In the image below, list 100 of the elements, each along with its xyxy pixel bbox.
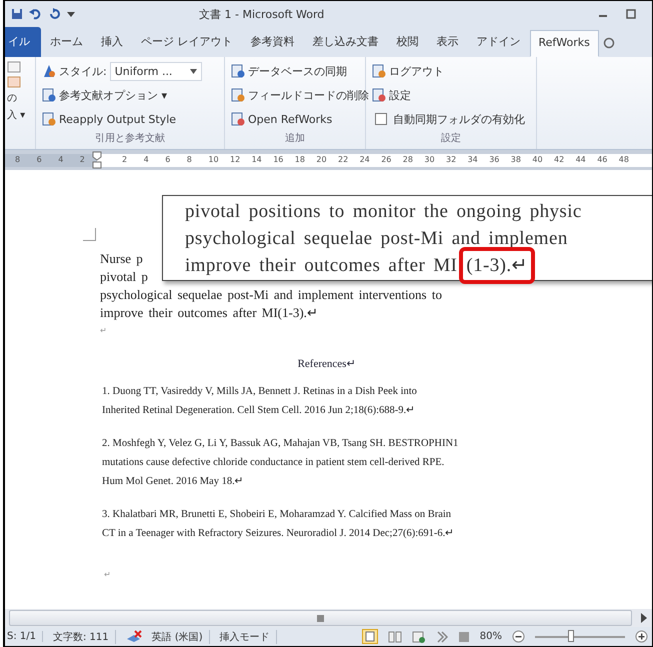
group-label: 追加	[284, 132, 306, 146]
group-label: 引用と参考文献	[94, 132, 166, 146]
ruler-number: 2	[122, 154, 128, 164]
ruler-number: 30	[424, 154, 435, 164]
dropdown-icon[interactable]	[67, 10, 75, 18]
ruler-number: 42	[554, 154, 564, 164]
ruler-number: 32	[446, 154, 456, 164]
document-icon	[372, 64, 386, 78]
ribbon-tab[interactable]: 挿入	[92, 28, 132, 57]
reference-line: Hum Mol Genet. 2016 May 18.↵	[102, 475, 245, 489]
language[interactable]: 英語 (米国)	[152, 630, 210, 644]
print-layout-icon[interactable]	[362, 629, 378, 644]
ribbon-tab[interactable]: イル	[5, 27, 41, 57]
outline-icon[interactable]	[436, 630, 448, 642]
input-mode[interactable]: 挿入モード	[220, 630, 277, 644]
reference-line: 2. Moshfegh Y, Velez G, Li Y, Bassuk AG, Mahajan VB, Tsang SH. BESTROPHIN1	[102, 437, 460, 451]
ribbon-label[interactable]: 入 ▾	[7, 108, 33, 122]
draft-icon[interactable]	[458, 630, 470, 642]
ruler-number: 18	[294, 154, 305, 164]
scrollbar-thumb[interactable]	[9, 610, 632, 626]
ribbon-button[interactable]: 参考文献オプション ▾	[42, 88, 168, 102]
ruler-number: 36	[489, 154, 500, 164]
zoom-level[interactable]: 80%	[480, 631, 502, 642]
ruler-number: 44	[576, 154, 586, 164]
ruler-number: 24	[360, 154, 370, 164]
word-count[interactable]: 文字数: 111	[53, 630, 116, 644]
ruler-number: 2	[80, 154, 85, 164]
ruler-number: 34	[468, 154, 478, 164]
citation-highlight: (1-3).↵	[459, 247, 535, 284]
zoom-in-icon[interactable]	[635, 630, 648, 643]
ruler-number: 26	[381, 154, 392, 164]
ribbon-tab[interactable]: アドイン	[468, 28, 530, 57]
reference-line: mutations cause defective chloride conductance in patient stem cell-derived RPE.	[102, 456, 446, 470]
page-count[interactable]: S: 1/1	[7, 631, 43, 642]
ruler-number: 20	[316, 154, 327, 164]
ribbon-button[interactable]: ログアウト	[372, 64, 444, 78]
ruler[interactable]: 8 6 4 2 2 4 6 8 10 12 14 16 18 20 22 24 26 28 30 32 34 36 38 40 42 44 46 48	[5, 154, 652, 166]
ribbon-tab[interactable]: 参考資料	[242, 28, 304, 57]
ruler-number: 48	[618, 154, 629, 164]
paragraph-mark: ↵	[104, 570, 111, 579]
maximize-icon[interactable]	[626, 9, 636, 19]
ruler-number: 6	[36, 154, 42, 164]
ruler-number: 8	[186, 154, 192, 164]
ribbon-tab[interactable]: 差し込み文書	[304, 28, 388, 57]
ruler-number: 6	[165, 154, 170, 164]
scroll-right-icon[interactable]	[640, 613, 648, 623]
window-title: 文書 1 - Microsoft Word	[199, 6, 326, 22]
ruler-number: 8	[15, 154, 20, 164]
indent-marker[interactable]	[92, 150, 102, 168]
reference-line: CT in a Teenager with Refractory Seizures. Neuroradiol J. 2014 Dec;27(6):691-6.↵	[102, 527, 456, 541]
ruler-number: 12	[230, 154, 240, 164]
undo-icon[interactable]	[29, 8, 43, 20]
ruler-number: 4	[58, 154, 64, 164]
checkbox[interactable]	[375, 113, 387, 125]
ribbon-tab[interactable]: RefWorks	[530, 30, 599, 57]
caret-icon	[190, 68, 197, 74]
paragraph-line: Nurse p	[100, 250, 143, 268]
ruler-number: 28	[402, 154, 413, 164]
document-icon	[42, 88, 56, 102]
checkbox-label[interactable]: 自動同期フォルダの有効化	[393, 112, 525, 126]
ruler-number: 46	[597, 154, 608, 164]
ruler-number: 40	[532, 154, 543, 164]
ribbon-tab[interactable]: ページ レイアウト	[132, 28, 242, 57]
references-heading: References↵	[296, 357, 356, 370]
ribbon-button[interactable]: データベースの同期	[231, 64, 347, 78]
paragraph-line: pivotal p	[100, 268, 148, 286]
ruler-number: 16	[273, 154, 284, 164]
callout-line: pivotal positions to monitor the ongoing physic	[185, 200, 583, 224]
document-icon	[231, 64, 245, 78]
style-dropdown[interactable]: Uniform ...	[110, 62, 202, 80]
zoom-out-icon[interactable]	[512, 630, 525, 643]
group-label: 設定	[440, 132, 462, 146]
ribbon-button[interactable]: Open RefWorks	[231, 112, 332, 126]
ribbon-tab[interactable]: 校閲	[388, 28, 428, 57]
ribbon-tab[interactable]: 表示	[428, 28, 468, 57]
web-layout-icon[interactable]	[412, 630, 426, 642]
save-icon[interactable]	[11, 8, 23, 20]
document-icon	[231, 112, 245, 126]
ruler-number: 14	[252, 154, 262, 164]
document-icon	[231, 88, 245, 102]
proofing-icon[interactable]	[126, 630, 142, 643]
redo-icon[interactable]	[49, 8, 61, 20]
style-icon	[42, 64, 56, 78]
ruler-number: 22	[338, 154, 348, 164]
style-label: スタイル:	[59, 64, 107, 78]
zoom-slider-thumb[interactable]	[568, 630, 574, 642]
help-icon[interactable]	[602, 37, 615, 49]
ribbon-tab[interactable]: ホーム	[41, 28, 92, 57]
reference-line: 3. Khalatbari MR, Brunetti E, Shobeiri E, Moharamzad Y. Calcified Mass on Brain	[102, 508, 452, 522]
ribbon-label[interactable]: の	[7, 91, 33, 105]
reference-line: Inherited Retinal Degeneration. Cell Stem Cell. 2016 Jun 2;18(6):688-9.↵	[102, 404, 416, 418]
ruler-number: 4	[144, 154, 149, 164]
ribbon-button[interactable]: Reapply Output Style	[42, 112, 176, 126]
reading-view-icon[interactable]	[388, 630, 402, 642]
ribbon-button[interactable]: 設定	[372, 88, 411, 102]
document-icon	[372, 88, 386, 102]
ruler-number: 10	[208, 154, 219, 164]
ribbon-button[interactable]: フィールドコードの削除	[231, 88, 369, 102]
paragraph-mark: ↵	[100, 326, 107, 335]
document-icon	[42, 112, 56, 126]
